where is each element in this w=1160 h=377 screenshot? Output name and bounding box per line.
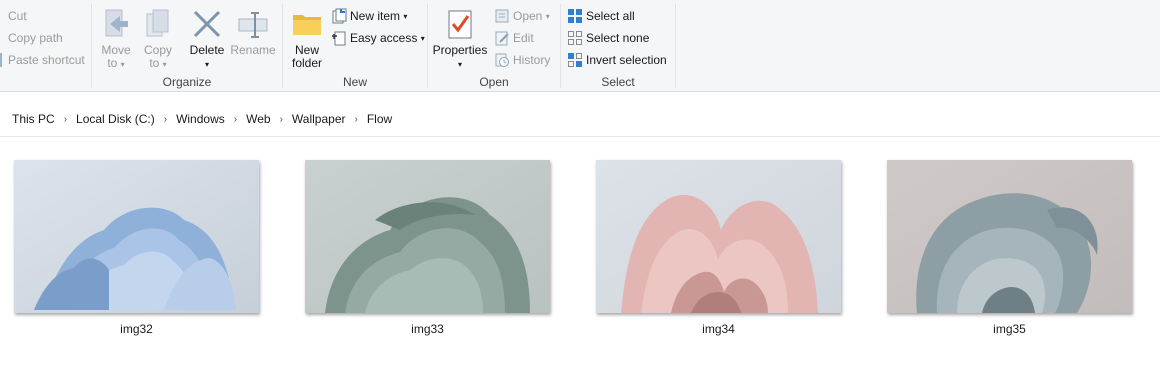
organize-group-label: Organize xyxy=(162,75,212,89)
ribbon: Cut Copy path Paste shortcut Move to ▾ C… xyxy=(0,0,1160,92)
file-name: img33 xyxy=(411,322,444,336)
select-all-label: Select all xyxy=(586,9,635,23)
open-label: Open xyxy=(513,9,543,23)
thumbnail-image xyxy=(596,160,841,313)
paste-shortcut-button[interactable]: Paste shortcut xyxy=(0,50,85,70)
breadcrumb-this-pc[interactable]: This PC xyxy=(12,112,55,126)
move-to-button[interactable]: Move to ▾ xyxy=(98,8,134,71)
edit-label: Edit xyxy=(513,31,534,45)
history-button[interactable]: History xyxy=(494,50,550,70)
file-name: img32 xyxy=(120,322,153,336)
file-tile[interactable]: img34 xyxy=(596,160,841,336)
open-icon xyxy=(494,8,510,24)
move-to-label-1: Move xyxy=(101,43,131,57)
copy-path-button[interactable]: Copy path xyxy=(0,28,63,48)
copy-to-icon xyxy=(142,8,174,40)
new-folder-label-1: New xyxy=(294,43,319,57)
copy-to-label-1: Copy xyxy=(143,43,172,57)
file-name: img35 xyxy=(993,322,1026,336)
new-group-label: New xyxy=(342,75,367,89)
paste-shortcut-label: Paste shortcut xyxy=(8,53,85,67)
new-item-button[interactable]: New item ▾ xyxy=(331,6,407,26)
chevron-right-icon[interactable]: › xyxy=(64,114,67,125)
file-tile[interactable]: img35 xyxy=(887,160,1132,336)
new-folder-label-2: folder xyxy=(291,56,323,70)
delete-label: Delete xyxy=(189,43,225,57)
thumbnail-image xyxy=(14,160,259,313)
delete-button[interactable]: Delete ▾ xyxy=(188,8,226,71)
open-button[interactable]: Open ▾ xyxy=(494,6,550,26)
select-none-label: Select none xyxy=(586,31,650,45)
properties-icon xyxy=(444,8,476,40)
select-none-icon xyxy=(567,30,583,46)
cut-label: Cut xyxy=(8,9,27,23)
invert-selection-icon xyxy=(567,52,583,68)
organize-group: Move to ▾ Copy to ▾ Delete ▾ Rename Orga… xyxy=(92,0,282,92)
paste-shortcut-icon xyxy=(0,53,2,67)
folder-icon xyxy=(291,8,323,40)
breadcrumb-local-disk[interactable]: Local Disk (C:) xyxy=(76,112,155,126)
breadcrumb-web[interactable]: Web xyxy=(246,112,270,126)
easy-access-icon xyxy=(331,30,347,46)
open-group: Properties ▾ Open ▾ Edit History Open xyxy=(428,0,560,92)
select-all-button[interactable]: Select all xyxy=(567,6,635,26)
properties-label: Properties xyxy=(432,43,488,57)
chevron-right-icon[interactable]: › xyxy=(354,114,357,125)
properties-button[interactable]: Properties ▾ xyxy=(432,8,488,71)
chevron-right-icon[interactable]: › xyxy=(280,114,283,125)
invert-selection-button[interactable]: Invert selection xyxy=(567,50,667,70)
open-group-label: Open xyxy=(479,75,509,89)
invert-selection-label: Invert selection xyxy=(586,53,667,67)
new-item-label: New item xyxy=(350,9,401,23)
file-tile[interactable]: img32 xyxy=(14,160,259,336)
delete-icon xyxy=(191,8,223,40)
thumbnail-image xyxy=(305,160,550,313)
new-item-icon xyxy=(331,8,347,24)
clipboard-group: Cut Copy path Paste shortcut xyxy=(0,0,90,92)
copy-to-button[interactable]: Copy to ▾ xyxy=(140,8,176,71)
edit-button[interactable]: Edit xyxy=(494,28,534,48)
select-all-icon xyxy=(567,8,583,24)
move-to-label-2: to xyxy=(107,56,118,70)
thumbnail-image xyxy=(887,160,1132,313)
breadcrumb-flow[interactable]: Flow xyxy=(367,112,392,126)
easy-access-button[interactable]: Easy access ▾ xyxy=(331,28,425,48)
history-label: History xyxy=(513,53,551,67)
rename-icon xyxy=(237,8,269,40)
file-name: img34 xyxy=(702,322,735,336)
chevron-right-icon[interactable]: › xyxy=(164,114,167,125)
copy-path-label: Copy path xyxy=(8,31,63,45)
select-group: Select all Select none Invert selection … xyxy=(561,0,675,92)
select-group-label: Select xyxy=(601,75,635,89)
cut-button[interactable]: Cut xyxy=(0,6,27,26)
file-tile[interactable]: img33 xyxy=(305,160,550,336)
breadcrumb: This PC › Local Disk (C:) › Windows › We… xyxy=(0,104,1160,134)
new-folder-button[interactable]: New folder xyxy=(289,8,325,70)
chevron-right-icon[interactable]: › xyxy=(234,114,237,125)
new-group: New folder New item ▾ Easy access ▾ New xyxy=(283,0,427,92)
breadcrumb-windows[interactable]: Windows xyxy=(176,112,225,126)
breadcrumb-wallpaper[interactable]: Wallpaper xyxy=(292,112,346,126)
select-none-button[interactable]: Select none xyxy=(567,28,649,48)
easy-access-label: Easy access xyxy=(350,31,418,45)
edit-icon xyxy=(494,30,510,46)
rename-label: Rename xyxy=(230,43,276,57)
move-to-icon xyxy=(100,8,132,40)
rename-button[interactable]: Rename xyxy=(230,8,276,57)
copy-to-label-2: to xyxy=(149,56,160,70)
history-icon xyxy=(494,52,510,68)
